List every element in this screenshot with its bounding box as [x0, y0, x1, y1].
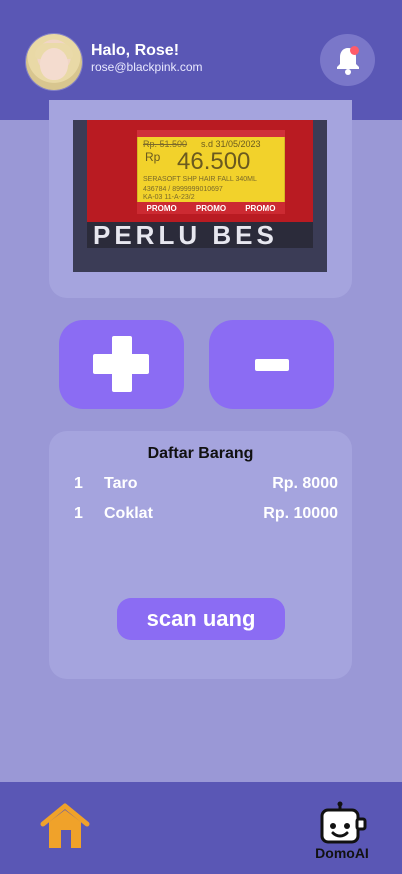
minus-icon [254, 358, 289, 371]
scan-money-button[interactable]: scan uang [117, 598, 285, 640]
promo-word: PROMO [245, 203, 276, 213]
bell-icon [336, 48, 359, 75]
plus-icon [59, 320, 184, 409]
item-name: Taro [104, 475, 138, 492]
price-tag-details-2: 436784 / 8999999010697 [143, 186, 223, 193]
plus-horizontal-bar [93, 354, 149, 374]
greeting-text: Halo, Rose! [91, 42, 180, 59]
item-qty: 1 [74, 505, 83, 522]
list-title: Daftar Barang [147, 445, 254, 462]
home-button[interactable] [37, 800, 93, 854]
home-icon [40, 803, 90, 848]
price-tag-price: 46.500 [177, 148, 251, 175]
robot-icon [320, 801, 367, 844]
item-name: Coklat [104, 505, 153, 522]
price-tag-currency: Rp [145, 150, 161, 164]
items-list-card: Daftar Barang 1 Taro Rp. 8000 1 Coklat R… [49, 431, 352, 679]
price-tag-details-1: SERASOFT SHP HAIR FALL 340ML [143, 176, 257, 183]
promo-word: PROMO [195, 203, 227, 213]
notifications-button[interactable] [320, 34, 375, 86]
remove-item-button[interactable] [209, 320, 334, 409]
item-qty: 1 [74, 475, 83, 492]
domoai-label: DomoAI [315, 845, 369, 861]
notification-dot [350, 46, 359, 55]
price-tag-promo-strip: PROMO PROMO PROMO [137, 202, 285, 214]
price-tag: Rp. 51.500 s.d 31/05/2023 Rp 46.500 SERA… [137, 130, 285, 214]
shelf-text-band: PERLU BES [87, 222, 313, 248]
avatar-face [40, 48, 68, 80]
list-item[interactable]: 1 Taro Rp. 8000 [49, 475, 352, 495]
price-tag-top-strip [137, 130, 285, 137]
avatar[interactable] [26, 34, 82, 90]
list-item[interactable]: 1 Coklat Rp. 10000 [49, 505, 352, 525]
domoai-button[interactable]: DomoAI [309, 801, 375, 861]
add-item-button[interactable] [59, 320, 184, 409]
user-email: rose@blackpink.com [91, 60, 203, 74]
promo-word: PROMO [146, 203, 177, 213]
item-price: Rp. 10000 [263, 505, 338, 522]
scan-photo: Rp. 51.500 s.d 31/05/2023 Rp 46.500 SERA… [73, 120, 327, 272]
item-price: Rp. 8000 [272, 475, 338, 492]
price-tag-details-3: KA-03 11-A-23/2 [143, 194, 195, 201]
